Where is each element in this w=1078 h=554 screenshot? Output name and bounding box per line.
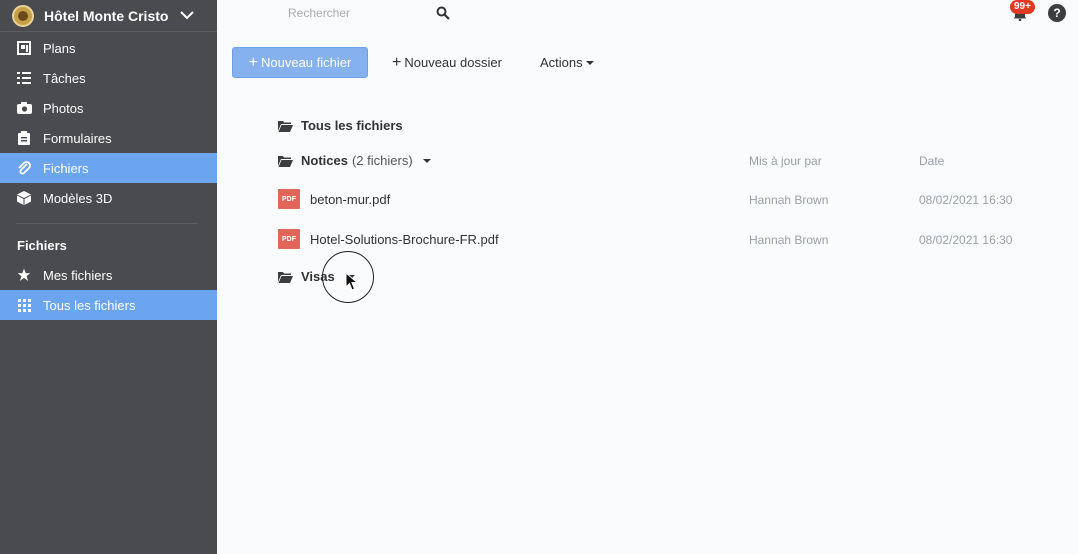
help-icon[interactable]: ? bbox=[1048, 4, 1066, 22]
file-updated-by: Hannah Brown bbox=[749, 193, 829, 207]
folder-open-icon bbox=[278, 120, 293, 132]
pdf-icon: PDF bbox=[278, 229, 300, 249]
sidebar-item-label: Mes fichiers bbox=[43, 267, 113, 283]
file-date: 08/02/2021 16:30 bbox=[919, 233, 1013, 247]
folder-name: Notices bbox=[301, 153, 348, 168]
sidebar-item-taches[interactable]: Tâches bbox=[0, 63, 217, 93]
sidebar-item-tous-les-fichiers[interactable]: Tous les fichiers bbox=[0, 290, 217, 320]
cube-icon bbox=[16, 190, 32, 206]
root-folder[interactable]: Tous les fichiers bbox=[278, 118, 403, 133]
pdf-icon: PDF bbox=[278, 189, 300, 209]
column-header-updated-by[interactable]: Mis à jour par bbox=[749, 154, 822, 168]
file-row[interactable]: PDF beton-mur.pdf bbox=[278, 189, 390, 209]
sidebar-item-photos[interactable]: Photos bbox=[0, 93, 217, 123]
file-name[interactable]: Hotel-Solutions-Brochure-FR.pdf bbox=[310, 232, 499, 247]
grid-icon bbox=[16, 297, 32, 313]
folder-file-count: (2 fichiers) bbox=[351, 153, 413, 168]
new-file-button[interactable]: + Nouveau fichier bbox=[232, 47, 368, 78]
actions-label: Actions bbox=[540, 55, 583, 70]
file-row[interactable]: PDF Hotel-Solutions-Brochure-FR.pdf bbox=[278, 229, 499, 249]
plus-icon: + bbox=[248, 53, 258, 71]
search-icon[interactable] bbox=[436, 6, 450, 20]
new-folder-button[interactable]: + Nouveau dossier bbox=[392, 47, 502, 78]
new-folder-label: Nouveau dossier bbox=[404, 55, 502, 70]
plans-icon bbox=[16, 40, 32, 56]
folder-open-icon bbox=[278, 155, 293, 167]
file-updated-by: Hannah Brown bbox=[749, 233, 829, 247]
caret-down-icon[interactable] bbox=[422, 158, 431, 163]
list-icon bbox=[16, 70, 32, 86]
sidebar-item-label: Fichiers bbox=[43, 160, 89, 176]
camera-icon bbox=[16, 100, 32, 116]
sidebar-item-fichiers[interactable]: Fichiers bbox=[0, 153, 217, 183]
sidebar-item-label: Formulaires bbox=[43, 130, 112, 146]
sidebar-item-label: Tous les fichiers bbox=[43, 297, 136, 313]
root-folder-label: Tous les fichiers bbox=[301, 118, 403, 133]
chevron-down-icon[interactable] bbox=[179, 7, 195, 23]
sidebar-item-formulaires[interactable]: Formulaires bbox=[0, 123, 217, 153]
sidebar: Hôtel Monte Cristo Plans Tâches Photos F… bbox=[0, 0, 217, 554]
star-icon bbox=[16, 267, 32, 283]
caret-down-icon bbox=[585, 60, 594, 65]
actions-dropdown[interactable]: Actions bbox=[540, 47, 594, 78]
project-name: Hôtel Monte Cristo bbox=[44, 7, 169, 24]
folder-row-notices[interactable]: Notices (2 fichiers) bbox=[278, 153, 431, 168]
folder-open-icon bbox=[278, 271, 293, 283]
sidebar-item-label: Photos bbox=[43, 100, 84, 116]
column-header-date[interactable]: Date bbox=[919, 154, 944, 168]
search-input[interactable]: Rechercher bbox=[288, 6, 350, 20]
sidebar-section-title: Fichiers bbox=[17, 238, 67, 253]
sidebar-item-modeles-3d[interactable]: Modèles 3D bbox=[0, 183, 217, 213]
sidebar-item-label: Tâches bbox=[43, 70, 86, 86]
sidebar-item-label: Plans bbox=[43, 40, 76, 56]
file-name[interactable]: beton-mur.pdf bbox=[310, 192, 390, 207]
sidebar-item-label: Modèles 3D bbox=[43, 190, 113, 206]
mouse-pointer-icon bbox=[345, 272, 359, 291]
sidebar-item-mes-fichiers[interactable]: Mes fichiers bbox=[0, 260, 217, 290]
paperclip-icon bbox=[16, 160, 32, 176]
sidebar-item-plans[interactable]: Plans bbox=[0, 33, 217, 63]
file-date: 08/02/2021 16:30 bbox=[919, 193, 1013, 207]
sidebar-divider bbox=[16, 223, 197, 224]
clipboard-icon bbox=[16, 130, 32, 146]
project-logo bbox=[12, 4, 34, 27]
new-file-label: Nouveau fichier bbox=[261, 55, 352, 70]
plus-icon: + bbox=[392, 53, 402, 71]
notification-badge: 99+ bbox=[1010, 0, 1035, 14]
project-selector[interactable]: Hôtel Monte Cristo bbox=[0, 0, 217, 32]
